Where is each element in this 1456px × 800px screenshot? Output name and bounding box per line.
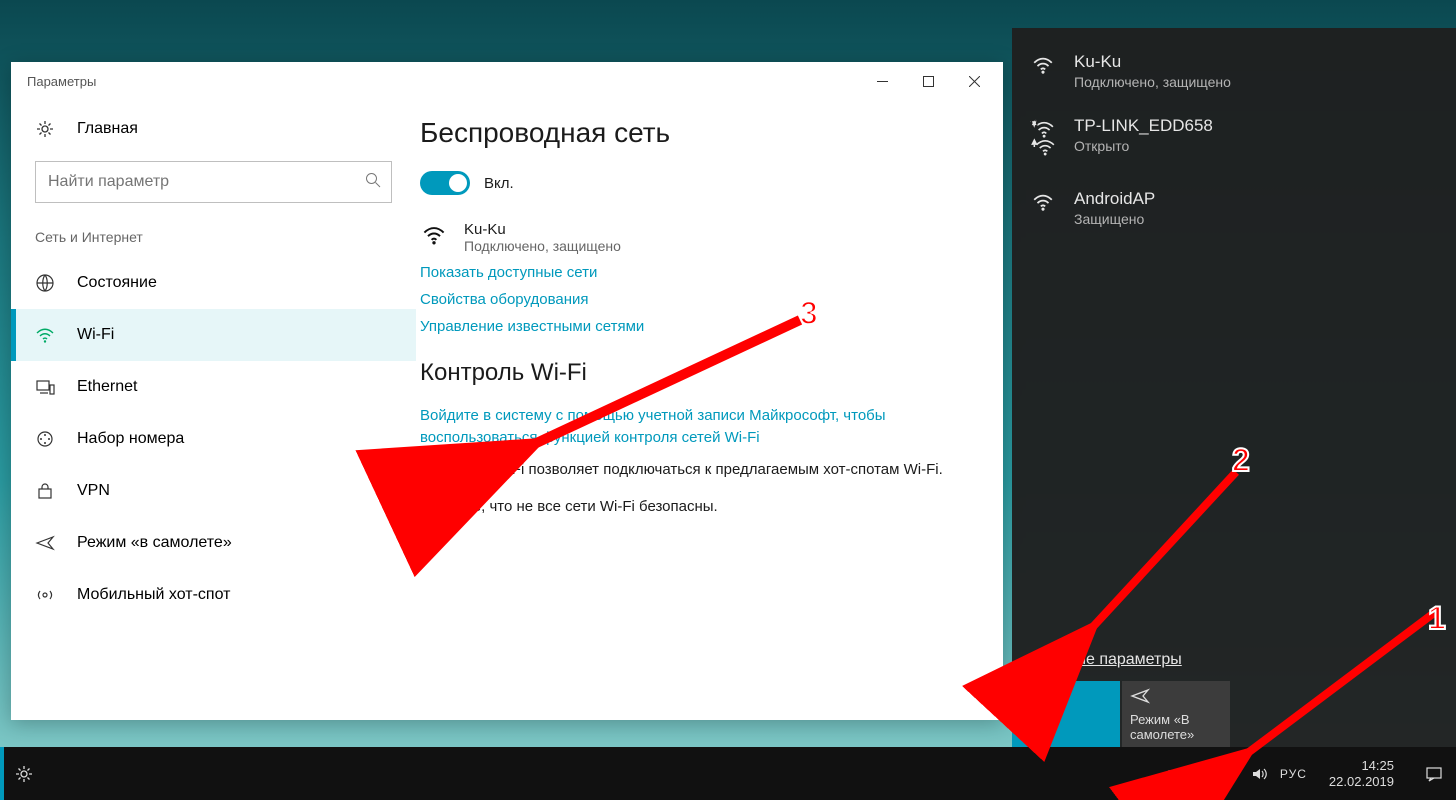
quick-action-tiles: Wi-Fi Режим «В самолете» [1012, 681, 1456, 747]
link-manage-known[interactable]: Управление известными сетями [420, 318, 955, 335]
window-title: Параметры [27, 74, 96, 89]
settings-window: Параметры Главная Сеть и Интернет Состоя… [11, 62, 1003, 720]
hotspot-icon [35, 585, 57, 605]
sidebar-item-label: Набор номера [77, 430, 184, 448]
annotation-number-2: 2 [1232, 442, 1250, 479]
clock-time: 14:25 [1329, 758, 1394, 774]
connected-network-name: Ku-Ku [464, 221, 621, 238]
tile-label: Режим «В самолете» [1130, 712, 1222, 743]
gear-icon [35, 119, 57, 139]
airplane-icon [35, 533, 57, 553]
wifi-open-icon [1030, 116, 1058, 163]
network-status: Защищено [1074, 211, 1155, 227]
action-center-icon[interactable] [1416, 747, 1452, 800]
sidebar-item-dialup[interactable]: Набор номера [11, 413, 416, 465]
settings-content: Беспроводная сеть Вкл. Ku-Ku Подключено,… [416, 101, 1003, 720]
search-field[interactable] [46, 172, 365, 192]
page-title: Беспроводная сеть [420, 117, 955, 149]
start-gear-icon[interactable] [4, 747, 44, 800]
connected-network-status: Подключено, защищено [464, 238, 621, 254]
taskbar: РУС 14:25 22.02.2019 [0, 747, 1456, 800]
wifi-icon [1030, 52, 1058, 81]
volume-icon[interactable] [1250, 765, 1268, 783]
network-item[interactable]: AndroidAP Защищено [1012, 175, 1456, 239]
annotation-number-3: 3 [800, 295, 818, 332]
tile-label: Wi-Fi [1020, 727, 1112, 743]
tray-wifi-icon[interactable] [1220, 765, 1238, 783]
search-icon [365, 172, 381, 193]
settings-sidebar: Главная Сеть и Интернет Состояние Wi-Fi … [11, 101, 416, 720]
wifi-sense-heading: Контроль Wi-Fi [420, 359, 955, 387]
tile-wifi[interactable]: Wi-Fi [1012, 681, 1120, 747]
sidebar-home-label: Главная [77, 120, 138, 138]
sidebar-item-airplane[interactable]: Режим «в самолете» [11, 517, 416, 569]
search-input[interactable] [35, 161, 392, 203]
network-status: Подключено, защищено [1074, 74, 1231, 90]
network-item[interactable]: Ku-Ku Подключено, защищено [1012, 38, 1456, 102]
sidebar-item-label: VPN [77, 482, 110, 500]
maximize-button[interactable] [905, 66, 951, 98]
dialup-icon [35, 429, 57, 449]
sidebar-item-vpn[interactable]: VPN [11, 465, 416, 517]
tray-overflow-icon[interactable] [1160, 765, 1178, 783]
wifi-icon [420, 223, 448, 252]
wifi-sense-desc2: Помните, что не все сети Wi-Fi безопасны… [420, 496, 955, 518]
sidebar-item-label: Wi-Fi [77, 326, 114, 344]
wifi-icon [35, 325, 57, 345]
network-name: Ku-Ku [1074, 52, 1231, 72]
wifi-toggle[interactable] [420, 171, 470, 195]
globe-icon [35, 273, 57, 293]
system-tray: РУС 14:25 22.02.2019 [1160, 747, 1456, 800]
sidebar-item-hotspot[interactable]: Мобильный хот-спот [11, 569, 416, 621]
link-hardware-props[interactable]: Свойства оборудования [420, 291, 955, 308]
sidebar-item-label: Ethernet [77, 378, 137, 396]
vpn-icon [35, 481, 57, 501]
sidebar-item-label: Состояние [77, 274, 157, 292]
close-button[interactable] [951, 66, 997, 98]
sidebar-item-wifi[interactable]: Wi-Fi [11, 309, 416, 361]
window-title-bar: Параметры [11, 62, 1003, 101]
sidebar-item-label: Режим «в самолете» [77, 534, 232, 552]
wifi-sense-desc1: Контроль Wi-Fi позволяет подключаться к … [420, 459, 955, 481]
annotation-number-1: 1 [1428, 600, 1446, 637]
network-name: AndroidAP [1074, 189, 1155, 209]
battery-icon[interactable] [1190, 765, 1208, 783]
sidebar-section-head: Сеть и Интернет [11, 225, 416, 257]
sidebar-item-ethernet[interactable]: Ethernet [11, 361, 416, 413]
sidebar-item-label: Мобильный хот-спот [77, 586, 230, 604]
network-settings-link[interactable]: Сетевые параметры [1012, 643, 1456, 681]
clock[interactable]: 14:25 22.02.2019 [1319, 758, 1404, 789]
network-flyout: Ku-Ku Подключено, защищено TP-LINK_EDD65… [1012, 28, 1456, 747]
network-status: Открыто [1074, 138, 1213, 154]
language-indicator[interactable]: РУС [1280, 767, 1307, 781]
sidebar-home[interactable]: Главная [11, 113, 416, 153]
network-name: TP-LINK_EDD658 [1074, 116, 1213, 136]
sidebar-item-status[interactable]: Состояние [11, 257, 416, 309]
link-show-networks[interactable]: Показать доступные сети [420, 264, 955, 281]
wifi-icon [1030, 189, 1058, 218]
clock-date: 22.02.2019 [1329, 774, 1394, 790]
ethernet-icon [35, 377, 57, 397]
link-signin-ms[interactable]: Войдите в систему с помощью учетной запи… [420, 405, 955, 449]
wifi-toggle-label: Вкл. [484, 175, 514, 192]
tile-airplane[interactable]: Режим «В самолете» [1122, 681, 1230, 747]
network-item[interactable]: TP-LINK_EDD658 Открыто [1012, 102, 1456, 175]
minimize-button[interactable] [859, 66, 905, 98]
